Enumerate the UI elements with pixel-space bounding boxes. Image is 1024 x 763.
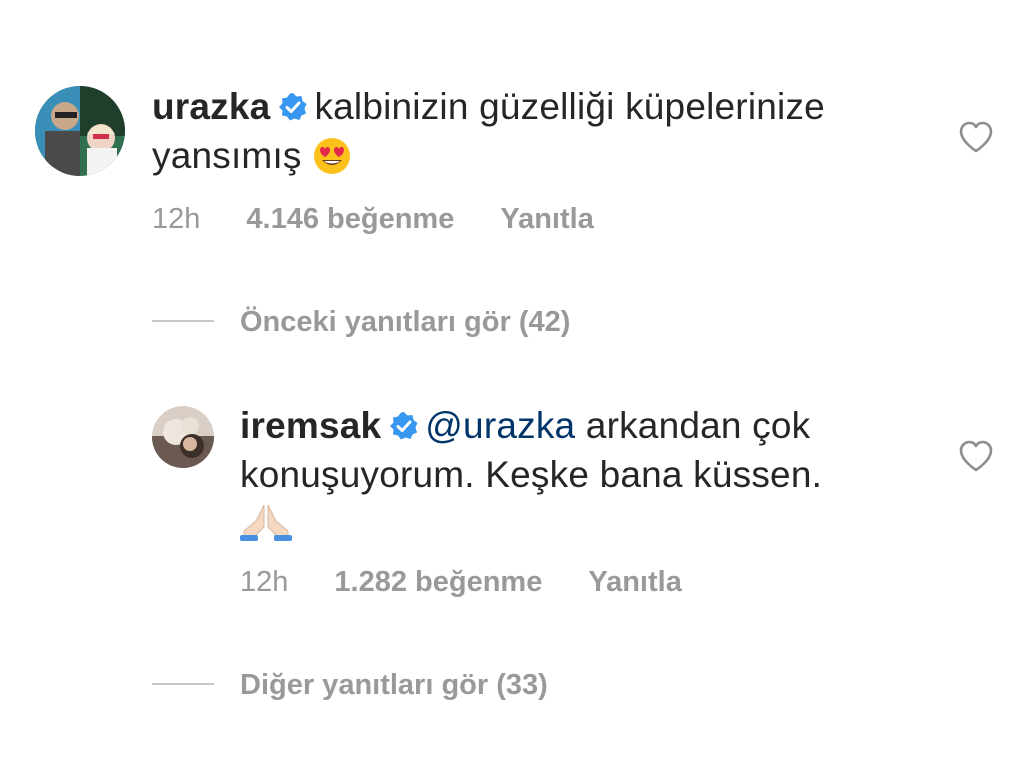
heart-eyes-emoji-icon bbox=[312, 136, 352, 187]
comment-meta: 12h 4.146 beğenme Yanıtla bbox=[152, 202, 594, 236]
divider-line bbox=[152, 683, 214, 686]
avatar-iremsak[interactable] bbox=[152, 406, 214, 468]
comment-likes[interactable]: 4.146 beğenme bbox=[246, 203, 454, 235]
view-previous-replies-label: Önceki yanıtları gör (42) bbox=[240, 306, 571, 338]
folded-hands-emoji-icon bbox=[240, 501, 292, 552]
view-previous-replies-button[interactable]: Önceki yanıtları gör (42) bbox=[152, 305, 570, 339]
reply-text: iremsak @urazka arkandan çok konuşuyorum.… bbox=[240, 403, 920, 552]
view-other-replies-label: Diğer yanıtları gör (33) bbox=[240, 669, 548, 701]
verified-badge-icon bbox=[278, 87, 308, 133]
like-heart-icon[interactable] bbox=[958, 439, 994, 478]
reply-body-line2: konuşuyorum. Keşke bana küssen. bbox=[240, 454, 823, 495]
verified-badge-icon bbox=[389, 406, 419, 452]
like-heart-icon[interactable] bbox=[958, 120, 994, 159]
comment-username[interactable]: urazka bbox=[152, 86, 270, 127]
comment-text: urazka kalbinizin güzelliği küpelerinize … bbox=[152, 84, 932, 187]
divider-line bbox=[152, 320, 214, 323]
reply-body-line1: arkandan çok bbox=[585, 405, 811, 446]
reply-username[interactable]: iremsak bbox=[240, 405, 381, 446]
reply-reply-button[interactable]: Yanıtla bbox=[588, 566, 682, 598]
reply-likes[interactable]: 1.282 beğenme bbox=[334, 566, 542, 598]
reply-meta: 12h 1.282 beğenme Yanıtla bbox=[240, 565, 682, 599]
reply-mention-link[interactable]: @urazka bbox=[425, 405, 575, 446]
comment-time: 12h bbox=[152, 203, 201, 235]
reply-time: 12h bbox=[240, 566, 289, 598]
avatar-urazka[interactable] bbox=[35, 86, 125, 176]
view-other-replies-button[interactable]: Diğer yanıtları gör (33) bbox=[152, 668, 548, 702]
comment-reply-button[interactable]: Yanıtla bbox=[500, 203, 594, 235]
